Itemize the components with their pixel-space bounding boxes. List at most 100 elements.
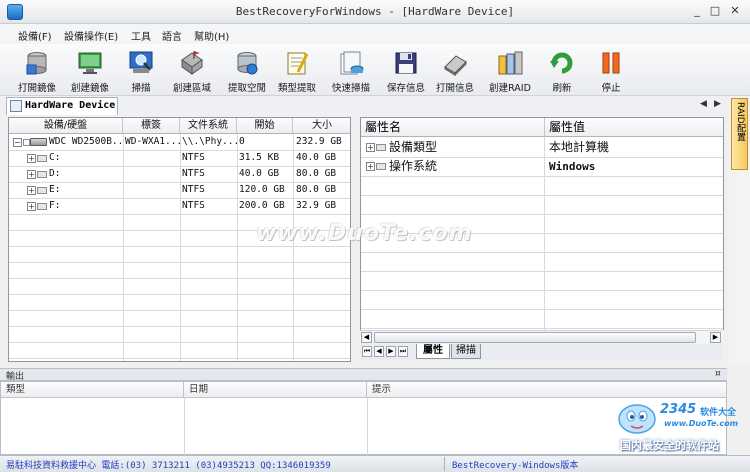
duote-watermark: www.DuoTe.com	[256, 221, 473, 246]
scan-button[interactable]: 掃描	[114, 47, 168, 94]
device-name: WDC WD2500B...	[49, 136, 123, 147]
expand-toggle[interactable]: +	[27, 170, 36, 179]
menu-device-operation[interactable]: 設備操作(E)	[64, 28, 118, 43]
property-name: 設備類型	[389, 140, 438, 154]
device-fs: NTFS	[182, 200, 205, 211]
device-name: E:	[49, 184, 61, 195]
open-image-icon	[24, 50, 50, 76]
first-tab-icon[interactable]: ⏮	[362, 346, 372, 357]
bottom-tab-strip: ⏮ ◀ ▶ ⏭ 屬性 掃描	[360, 344, 723, 360]
device-size: 232.9 GB	[296, 136, 342, 147]
device-start: 120.0 GB	[239, 184, 285, 195]
window-title: BestRecoveryForWindows - [HardWare Devic…	[235, 5, 515, 18]
expand-toggle[interactable]: +	[366, 162, 375, 171]
logo-name: 软件大全	[700, 408, 737, 418]
col-start[interactable]: 開始	[237, 118, 293, 134]
device-label	[125, 182, 180, 198]
tab-scroll-left-icon[interactable]: ◀	[700, 99, 707, 109]
col-hint[interactable]: 提示	[367, 382, 727, 398]
device-start: 200.0 GB	[239, 200, 285, 211]
expand-toggle[interactable]: +	[27, 202, 36, 211]
quick-scan-button[interactable]: 快速掃描	[324, 47, 378, 94]
expand-toggle[interactable]: +	[27, 154, 36, 163]
create-image-button[interactable]: 創建鏡像	[63, 47, 117, 94]
col-property-value[interactable]: 屬性值	[545, 118, 723, 137]
close-button[interactable]: ✕	[728, 4, 742, 18]
col-date[interactable]: 日期	[184, 382, 367, 398]
tab-scan[interactable]: 掃描	[451, 344, 481, 359]
create-image-icon	[77, 50, 103, 76]
expand-toggle[interactable]: +	[366, 143, 375, 152]
restore-button[interactable]: □	[708, 4, 722, 18]
col-label[interactable]: 標簽	[123, 118, 180, 134]
last-tab-icon[interactable]: ⏭	[398, 346, 408, 357]
tab-properties[interactable]: 屬性	[416, 344, 450, 359]
minimize-button[interactable]: _	[690, 4, 704, 18]
menu-device[interactable]: 設備(F)	[18, 28, 52, 43]
next-tab-icon[interactable]: ▶	[386, 346, 396, 357]
pin-icon[interactable]: ¤	[715, 369, 721, 379]
property-icon	[376, 144, 386, 151]
logo-number: 2345	[660, 402, 697, 417]
prev-tab-icon[interactable]: ◀	[374, 346, 384, 357]
stop-button[interactable]: 停止	[584, 47, 638, 94]
logo-url: www.DuoTe.com	[664, 419, 738, 428]
scroll-left-icon[interactable]: ◀	[361, 332, 372, 343]
col-property-name[interactable]: 屬性名	[361, 118, 545, 137]
col-device[interactable]: 設備/硬盤	[9, 118, 123, 134]
status-contact: 易駐科技資料救援中心 電話:(03) 3713211 (03)4935213 Q…	[6, 461, 331, 471]
collapse-toggle[interactable]: −	[13, 138, 22, 147]
expand-toggle[interactable]: +	[27, 186, 36, 195]
device-size: 80.0 GB	[296, 184, 337, 195]
mascot-icon	[618, 404, 656, 434]
refresh-icon	[549, 50, 575, 76]
extract-free-icon	[234, 50, 260, 76]
logo-slogan: 国内最安全的软件站	[620, 439, 719, 452]
device-name: C:	[49, 152, 61, 163]
device-size: 40.0 GB	[296, 152, 337, 163]
type-extract-label: 類型提取	[277, 83, 316, 94]
raid-config-label: RAID配置	[735, 102, 745, 142]
tab-hardware-device[interactable]: HardWare Device	[6, 97, 118, 115]
raid-config-tab[interactable]: RAID配置	[731, 98, 748, 170]
col-filesystem[interactable]: 文件系統	[180, 118, 237, 134]
stop-icon	[598, 50, 624, 76]
type-extract-button[interactable]: 類型提取	[270, 47, 324, 94]
partition-icon	[37, 203, 47, 210]
device-fs: NTFS	[182, 152, 205, 163]
property-name: 操作系統	[389, 159, 438, 173]
tab-scroll-right-icon[interactable]: ▶	[714, 99, 721, 109]
menu-tools[interactable]: 工具	[131, 28, 151, 43]
device-fs: NTFS	[182, 168, 205, 179]
create-region-button[interactable]: 創建區域	[165, 47, 219, 94]
open-image-button[interactable]: 打開鏡像	[10, 47, 64, 94]
device-start: 31.5 KB	[239, 152, 280, 163]
scroll-right-icon[interactable]: ▶	[710, 332, 721, 343]
device-label	[125, 198, 180, 214]
device-fs: \\.\Phy...	[182, 136, 237, 147]
col-type[interactable]: 類型	[1, 382, 184, 398]
open-info-label: 打開信息	[435, 83, 474, 94]
hard-disk-icon	[30, 138, 47, 146]
col-size[interactable]: 大小	[293, 118, 350, 134]
menu-language[interactable]: 語言	[162, 28, 182, 43]
device-name: D:	[49, 168, 61, 179]
menu-help[interactable]: 幫助(H)	[194, 28, 229, 43]
device-label	[125, 150, 180, 166]
create-region-icon	[179, 50, 205, 76]
create-region-label: 創建區域	[172, 83, 211, 94]
site-logo-watermark: 2345 软件大全 www.DuoTe.com 国内最安全的软件站	[612, 398, 750, 472]
device-size: 32.9 GB	[296, 200, 337, 211]
property-value: Windows	[549, 160, 596, 173]
open-info-button[interactable]: 打開信息	[428, 47, 482, 94]
horizontal-scrollbar[interactable]: ◀ ▶	[360, 330, 723, 343]
toolbar: 打開鏡像 創建鏡像 掃描 創建區域 提取空閒 類型提取 快速掃描 保存信息 打開…	[0, 44, 750, 96]
scroll-thumb[interactable]	[374, 332, 696, 343]
partition-icon	[37, 187, 47, 194]
status-version: BestRecovery-Windows版本	[452, 461, 579, 471]
quick-scan-icon	[338, 50, 364, 76]
create-raid-button[interactable]: 創建RAID	[483, 47, 537, 94]
save-info-icon	[393, 50, 419, 76]
property-value: 本地計算機	[549, 140, 610, 154]
hardware-device-icon	[10, 100, 22, 112]
